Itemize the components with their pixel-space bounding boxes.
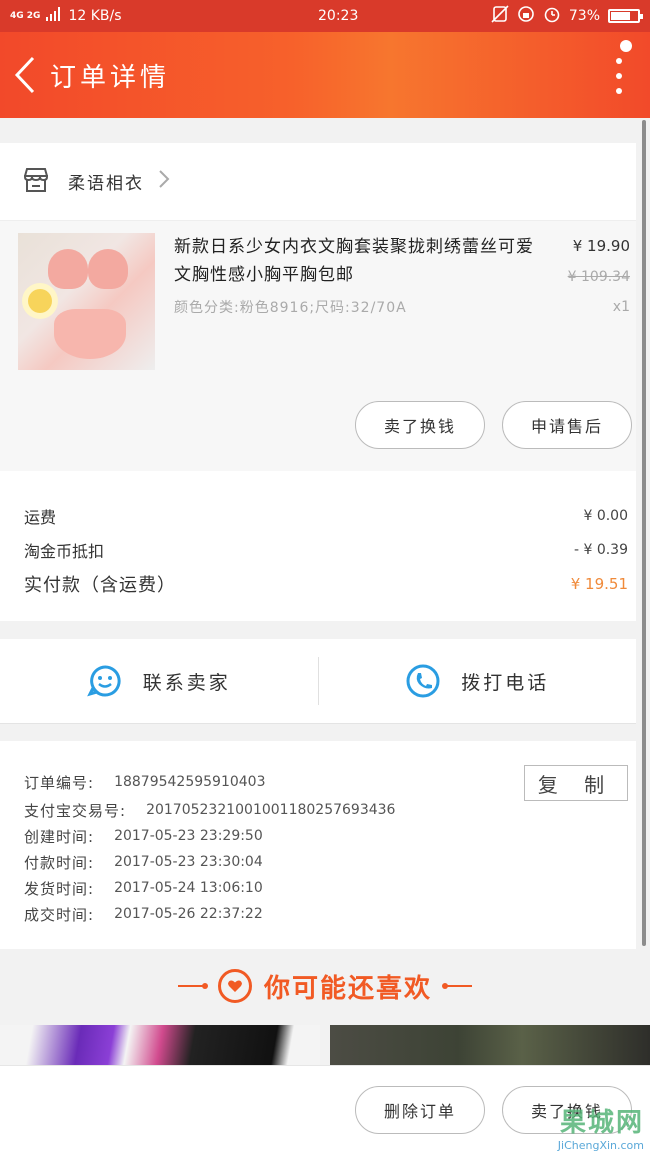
recommend-item-image[interactable] bbox=[0, 1025, 320, 1065]
coin-label: 淘金币抵扣 bbox=[24, 542, 105, 561]
recommend-title: 你可能还喜欢 bbox=[263, 973, 432, 1004]
coin-value: - ¥ 0.39 bbox=[573, 542, 628, 558]
mute-icon bbox=[491, 5, 509, 27]
product-original-price: ¥ 109.34 bbox=[567, 269, 630, 285]
shop-name: 柔语相衣 bbox=[68, 174, 144, 194]
product-item[interactable]: 新款日系少女内衣文胸套装聚拢刺绣蕾丝可爱文胸性感小胸平胸包邮 颜色分类:粉色89… bbox=[0, 221, 636, 471]
contact-seller-label: 联系卖家 bbox=[142, 671, 231, 694]
shipping-value: ¥ 0.00 bbox=[583, 508, 628, 524]
network-speed: 12 KB/s bbox=[68, 8, 122, 24]
info-value: 2017-05-24 13:06:10 bbox=[114, 880, 263, 896]
chevron-right-icon bbox=[158, 169, 170, 195]
chevron-left-icon bbox=[14, 56, 35, 94]
contact-seller-button[interactable]: 联系卖家 bbox=[0, 639, 318, 723]
shop-icon bbox=[22, 167, 50, 197]
status-time: 20:23 bbox=[318, 8, 359, 24]
order-info-section: 订单编号: 18879542595910403 支付宝交易号: 20170523… bbox=[0, 741, 636, 949]
status-left: 4G 2G 12 KB/s bbox=[10, 7, 250, 25]
info-value: 18879542595910403 bbox=[114, 774, 266, 790]
heart-icon bbox=[217, 969, 252, 1003]
alarm-icon bbox=[543, 5, 561, 27]
product-sku: 颜色分类:粉色8916;尺码:32/70A bbox=[174, 300, 407, 316]
chat-icon bbox=[86, 665, 121, 697]
info-label: 成交时间: bbox=[24, 905, 95, 924]
battery-fill bbox=[611, 12, 630, 20]
page-title: 订单详情 bbox=[50, 62, 171, 93]
watermark-logo: 果城网 bbox=[559, 1108, 644, 1138]
fees-section: 运费 ¥ 0.00 淘金币抵扣 - ¥ 0.39 实付款（含运费） ¥ 19.5… bbox=[0, 471, 636, 621]
call-phone-button[interactable]: 拨打电话 bbox=[319, 639, 637, 723]
divider bbox=[177, 983, 208, 989]
coin-row: 淘金币抵扣 - ¥ 0.39 bbox=[24, 533, 628, 567]
back-button[interactable] bbox=[2, 32, 48, 118]
info-label: 支付宝交易号: bbox=[24, 801, 127, 820]
info-label: 付款时间: bbox=[24, 853, 95, 872]
shop-row[interactable]: 柔语相衣 bbox=[0, 143, 636, 221]
shipping-label: 运费 bbox=[24, 508, 57, 527]
info-value: 2017-05-26 22:37:22 bbox=[114, 906, 263, 922]
phone-icon bbox=[406, 664, 440, 698]
product-title[interactable]: 新款日系少女内衣文胸套装聚拢刺绣蕾丝可爱文胸性感小胸平胸包邮 bbox=[174, 233, 544, 289]
bottom-action-bar: 删除订单 卖了换钱 bbox=[0, 1065, 650, 1155]
completed-time-row: 成交时间: 2017-05-26 22:37:22 bbox=[24, 901, 636, 927]
more-menu-button[interactable] bbox=[614, 58, 624, 94]
notification-dot bbox=[620, 40, 632, 52]
contact-bar: 联系卖家 拨打电话 bbox=[0, 639, 636, 724]
product-price: ¥ 19.90 bbox=[572, 237, 630, 255]
info-label: 订单编号: bbox=[24, 773, 95, 792]
signal-icon bbox=[46, 7, 62, 25]
after-sale-button[interactable]: 申请售后 bbox=[502, 401, 632, 449]
recommend-header: 你可能还喜欢 bbox=[0, 951, 650, 1021]
status-bar: 4G 2G 12 KB/s 20:23 73% bbox=[0, 0, 650, 32]
network-indicator: 4G 2G bbox=[10, 10, 41, 21]
battery-percent: 73% bbox=[568, 8, 600, 24]
info-value: 2017-05-23 23:30:04 bbox=[114, 854, 263, 870]
watermark-url: JiChengXin.com bbox=[557, 1139, 644, 1152]
status-right: 73% bbox=[491, 5, 643, 27]
total-value: ¥ 19.51 bbox=[570, 575, 628, 593]
recommend-item-image[interactable] bbox=[330, 1025, 650, 1065]
call-phone-label: 拨打电话 bbox=[461, 671, 550, 694]
product-quantity: x1 bbox=[612, 299, 630, 315]
scrollbar[interactable] bbox=[642, 120, 646, 946]
delete-order-button[interactable]: 删除订单 bbox=[355, 1086, 485, 1134]
shipping-row: 运费 ¥ 0.00 bbox=[24, 499, 628, 533]
rotation-lock-icon bbox=[517, 5, 535, 27]
copy-button[interactable]: 复 制 bbox=[524, 765, 628, 801]
info-label: 发货时间: bbox=[24, 879, 95, 898]
product-image[interactable] bbox=[18, 233, 155, 370]
header-bar: 订单详情 bbox=[0, 32, 650, 118]
paid-time-row: 付款时间: 2017-05-23 23:30:04 bbox=[24, 849, 636, 875]
divider bbox=[442, 983, 472, 989]
total-row: 实付款（含运费） ¥ 19.51 bbox=[24, 567, 628, 601]
info-value: 2017-05-23 23:29:50 bbox=[114, 828, 263, 844]
total-label: 实付款（含运费） bbox=[24, 575, 176, 596]
created-time-row: 创建时间: 2017-05-23 23:29:50 bbox=[24, 823, 636, 849]
info-label: 创建时间: bbox=[24, 827, 95, 846]
battery-icon bbox=[608, 9, 643, 23]
info-value: 2017052321001001180257693436 bbox=[146, 802, 396, 818]
shipped-time-row: 发货时间: 2017-05-24 13:06:10 bbox=[24, 875, 636, 901]
watermark: 果城网 JiChengXin.com bbox=[558, 1102, 644, 1152]
buy-again-button[interactable]: 卖了换钱 bbox=[355, 401, 485, 449]
